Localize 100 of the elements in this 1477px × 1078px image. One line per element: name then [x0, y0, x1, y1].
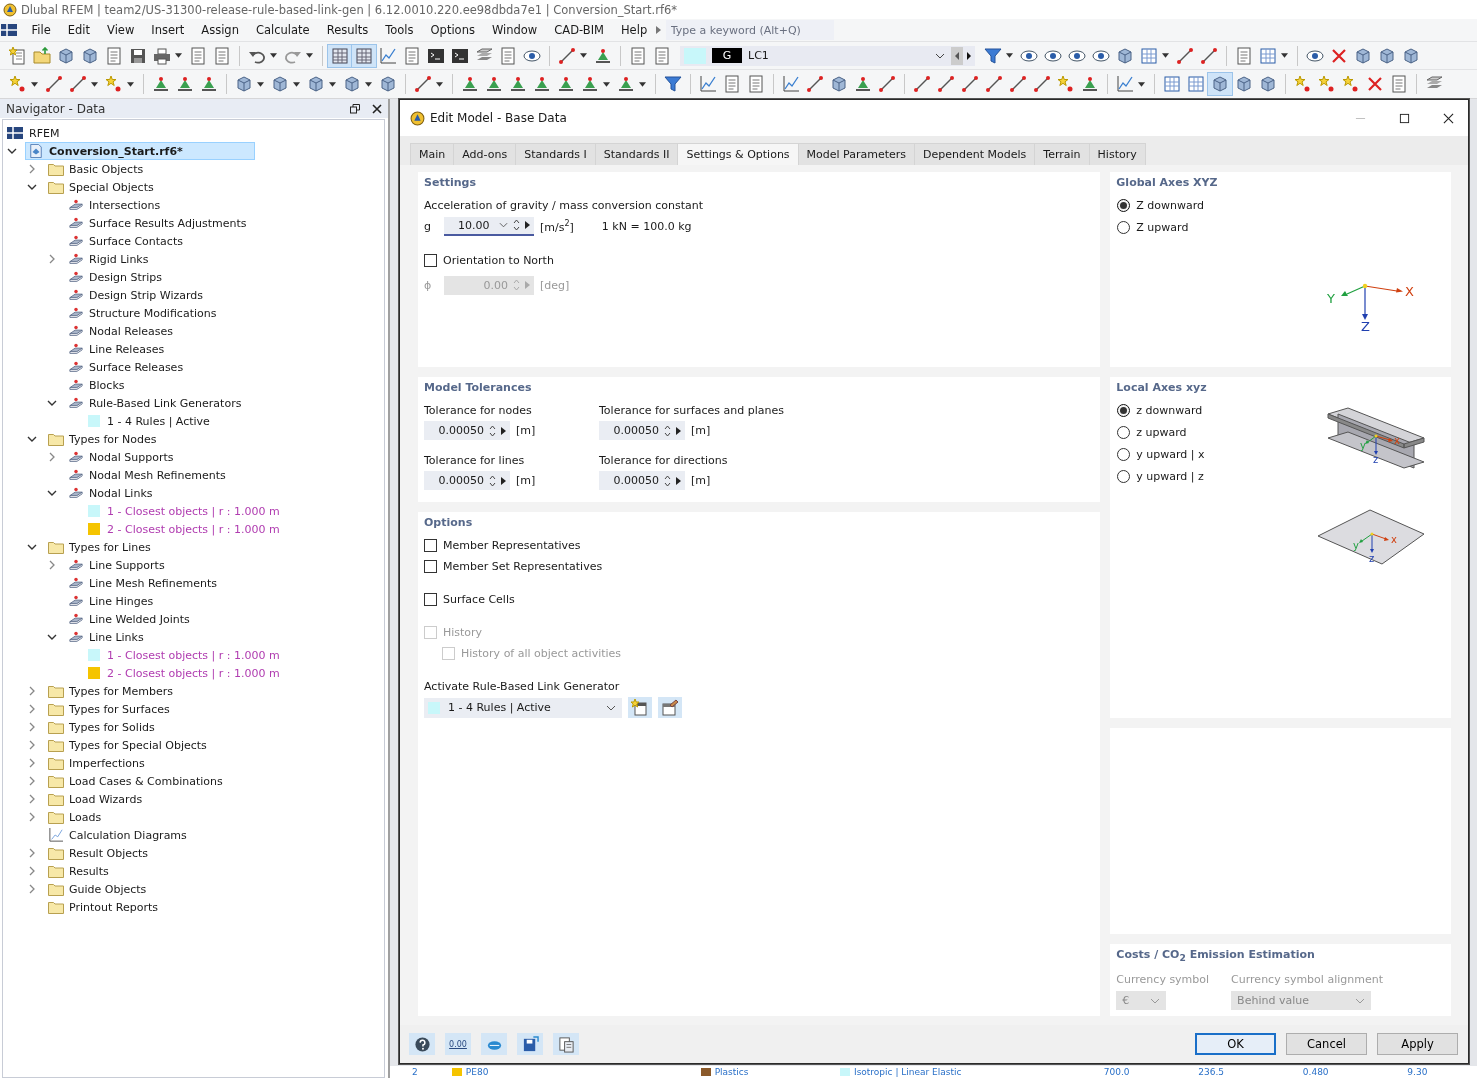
tree-item[interactable]: Line Mesh Refinements	[65, 574, 220, 592]
caret-icon[interactable]	[603, 81, 610, 87]
checkbox[interactable]: Member Set Representatives	[424, 560, 1095, 573]
tree-item[interactable]: Line Supports	[65, 556, 168, 574]
tree-item[interactable]: 1 - Closest objects | r : 1.000 m	[85, 646, 283, 664]
tree-item[interactable]: Types for Lines	[45, 538, 154, 556]
tree-item[interactable]: Load Wizards	[45, 790, 146, 808]
caret-icon[interactable]	[639, 81, 646, 87]
tree-item[interactable]: Surface Results Adjustments	[65, 214, 250, 232]
tree-item[interactable]: Nodal Links	[65, 484, 156, 502]
units-button[interactable]: 0.00	[445, 1033, 471, 1056]
radio-button[interactable]	[1117, 199, 1131, 212]
menu-item[interactable]: Assign	[192, 23, 248, 37]
menu-item[interactable]: View	[98, 23, 143, 37]
tree-item[interactable]: Design Strip Wizards	[65, 286, 207, 304]
save-button[interactable]	[517, 1033, 543, 1056]
caret-icon[interactable]	[293, 81, 300, 87]
tree-item[interactable]: Line Links	[65, 628, 147, 646]
number-field[interactable]: 0.00050	[424, 421, 510, 440]
tree-item[interactable]: Types for Solids	[45, 718, 158, 736]
load-case-selector[interactable]: G LC1	[680, 45, 975, 66]
tree-item[interactable]: Types for Members	[45, 682, 177, 700]
edit-item-button[interactable]	[658, 697, 682, 718]
tree-item[interactable]: Line Hinges	[65, 592, 157, 610]
spinner-icon[interactable]	[513, 219, 520, 231]
tree-item[interactable]: Rule-Based Link Generators	[65, 394, 245, 412]
tree-item[interactable]: 2 - Closest objects | r : 1.000 m	[85, 520, 283, 538]
tree-item[interactable]: Basic Objects	[45, 160, 147, 178]
document-button[interactable]	[553, 1033, 579, 1056]
spinner-icon[interactable]	[664, 424, 671, 437]
tab[interactable]: Dependent Models	[914, 143, 1036, 165]
arrow-right-icon[interactable]	[525, 221, 530, 229]
menu-item[interactable]: Results	[318, 23, 377, 37]
dialog-button[interactable]: OK	[1195, 1033, 1276, 1056]
tree-item[interactable]: Printout Reports	[45, 898, 161, 916]
tab[interactable]: Standards I	[515, 143, 596, 165]
cloud-button[interactable]	[481, 1033, 507, 1056]
caret-icon[interactable]	[1006, 53, 1013, 58]
tree-root[interactable]: RFEM	[29, 126, 60, 140]
tree-item[interactable]: Types for Special Objects	[45, 736, 210, 754]
tree-item[interactable]: 1 - 4 Rules | Active	[85, 412, 213, 430]
tab[interactable]: History	[1088, 143, 1146, 165]
tab[interactable]: Main	[410, 143, 455, 165]
folder-icon[interactable]	[30, 44, 54, 67]
expand-arrow-icon[interactable]	[655, 26, 661, 34]
caret-icon[interactable]	[329, 81, 336, 87]
tree-item[interactable]: Load Cases & Combinations	[45, 772, 226, 790]
menu-item[interactable]: Calculate	[247, 23, 319, 37]
tree-item[interactable]: Line Releases	[65, 340, 168, 358]
menu-item[interactable]: Tools	[376, 23, 423, 37]
filter-icon[interactable]	[661, 73, 685, 95]
radio-label[interactable]: z upward	[1136, 426, 1187, 439]
tree-item[interactable]: Line Welded Joints	[65, 610, 193, 628]
spinner-icon[interactable]	[489, 424, 496, 437]
tree-item[interactable]: 1 - Closest objects | r : 1.000 m	[85, 502, 283, 520]
caret-icon[interactable]	[1162, 53, 1169, 58]
checkbox[interactable]: Surface Cells	[424, 593, 1095, 606]
tree-item[interactable]: Guide Objects	[45, 880, 150, 898]
caret-icon[interactable]	[91, 81, 98, 87]
cube-icon[interactable]	[1208, 73, 1232, 95]
close-icon[interactable]	[372, 103, 382, 114]
tree-item[interactable]: Surface Contacts	[65, 232, 186, 250]
close-icon[interactable]	[1443, 112, 1454, 124]
tree-item[interactable]: Types for Surfaces	[45, 700, 173, 718]
search-field[interactable]: Type a keyword (Alt+Q)	[665, 20, 834, 40]
caret-icon[interactable]	[127, 81, 134, 87]
tree-item[interactable]: Results	[45, 862, 112, 880]
tree-item[interactable]: Nodal Releases	[65, 322, 176, 340]
caret-icon[interactable]	[1281, 53, 1288, 58]
arrow-right-icon[interactable]	[676, 426, 681, 435]
tree-item[interactable]: Blocks	[65, 376, 128, 394]
checkbox[interactable]: Member Representatives	[424, 539, 1095, 552]
arrow-right-icon[interactable]	[501, 476, 506, 485]
tree-item[interactable]: Nodal Supports	[65, 448, 177, 466]
radio-label[interactable]: Z downward	[1136, 199, 1205, 212]
radio-label[interactable]: Z upward	[1136, 221, 1189, 234]
tree-item[interactable]: Loads	[45, 808, 105, 826]
menu-item[interactable]: Options	[422, 23, 484, 37]
menu-item[interactable]: CAD-BIM	[545, 23, 613, 37]
float-window-icon[interactable]	[350, 103, 360, 114]
menu-item[interactable]: File	[23, 23, 60, 37]
number-field[interactable]: 10.00	[444, 216, 534, 236]
tree-item[interactable]: 2 - Closest objects | r : 1.000 m	[85, 664, 283, 682]
caret-icon[interactable]	[935, 52, 945, 59]
tab[interactable]: Settings & Options	[677, 143, 799, 165]
caret-icon[interactable]	[436, 81, 443, 87]
table-icon[interactable]	[352, 44, 376, 67]
caret-icon[interactable]	[270, 53, 277, 58]
number-field[interactable]: 0.00050	[599, 471, 685, 490]
caret-icon[interactable]	[306, 53, 313, 58]
caret-icon[interactable]	[580, 53, 587, 58]
menu-item[interactable]: Edit	[59, 23, 99, 37]
maximize-icon[interactable]	[1399, 112, 1410, 124]
tree-item[interactable]: Conversion_Start.rf6*	[25, 142, 255, 160]
arrow-right-icon[interactable]	[676, 476, 681, 485]
arrow-right-icon[interactable]	[501, 426, 506, 435]
tree-item[interactable]: Result Objects	[45, 844, 152, 862]
tree-item[interactable]: Calculation Diagrams	[45, 826, 190, 844]
menu-item[interactable]: Help	[612, 23, 656, 37]
number-field[interactable]: 0.00050	[424, 471, 510, 490]
